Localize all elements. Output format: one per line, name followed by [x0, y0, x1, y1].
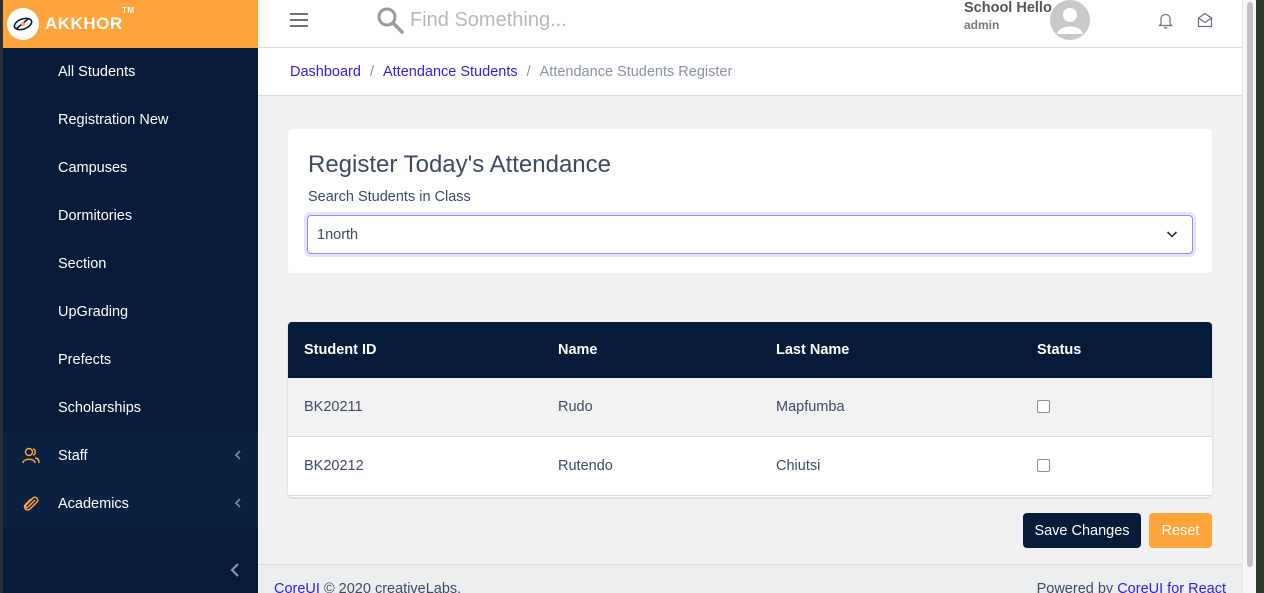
breadcrumb-separator: / [526, 63, 531, 80]
coreui-link[interactable]: CoreUI [274, 581, 324, 593]
paperclip-icon [23, 496, 39, 511]
table-row: BK20212 Rutendo Chiutsi [288, 437, 1212, 496]
column-header-student-id: Student ID [304, 342, 377, 358]
breadcrumb-separator: / [369, 63, 374, 80]
user-role: admin [964, 18, 1000, 32]
page-title: Register Today's Attendance [308, 151, 611, 178]
brand[interactable]: AKKHOR TM [3, 0, 258, 48]
hamburger-icon[interactable] [290, 12, 308, 28]
sidebar-item-campuses[interactable]: Campuses [3, 144, 258, 192]
sidebar: AKKHOR TM All Students Registration New C… [0, 0, 258, 593]
breadcrumb-dashboard-link[interactable]: Dashboard [290, 64, 361, 80]
top-header: Find Something... School Hello admin [258, 0, 1242, 48]
avatar[interactable] [1050, 0, 1090, 40]
breadcrumb-attendance-link[interactable]: Attendance Students [383, 64, 518, 80]
footer: CoreUI © 2020 creativeLabs. Powered by C… [258, 564, 1242, 593]
sidebar-item-dormitories[interactable]: Dormitories [3, 192, 258, 240]
sidebar-item-scholarships[interactable]: Scholarships [3, 384, 258, 432]
sidebar-item-upgrading[interactable]: UpGrading [3, 288, 258, 336]
sidebar-item-prefects[interactable]: Prefects [3, 336, 258, 384]
reset-button[interactable]: Reset [1149, 513, 1212, 548]
student-id-cell: BK20212 [304, 458, 364, 474]
scrollbar-thumb[interactable] [1247, 2, 1253, 567]
column-header-name: Name [558, 342, 598, 358]
chevron-left-icon [234, 450, 241, 460]
table-row: BK20211 Rudo Mapfumba [288, 378, 1212, 437]
sidebar-item-registration-new[interactable]: Registration New [3, 96, 258, 144]
user-avatar-icon [1057, 8, 1083, 34]
save-changes-button[interactable]: Save Changes [1023, 513, 1141, 548]
column-header-last-name: Last Name [776, 342, 850, 358]
status-checkbox[interactable] [1037, 458, 1050, 472]
search-icon[interactable] [376, 6, 404, 34]
search-input[interactable]: Find Something... [410, 9, 567, 32]
students-table: Student ID Name Last Name Status BK20211… [288, 322, 1212, 497]
brand-logo-icon [7, 8, 39, 40]
chevron-left-icon [234, 498, 241, 508]
student-id-cell: BK20211 [304, 399, 363, 415]
sidebar-group-academics[interactable]: Academics [3, 480, 258, 528]
status-cell [1037, 378, 1050, 436]
chevron-down-icon [1166, 231, 1178, 238]
status-checkbox[interactable] [1037, 399, 1050, 413]
footer-left: CoreUI © 2020 creativeLabs. [274, 581, 461, 593]
breadcrumb: Dashboard / Attendance Students / Attend… [258, 48, 1242, 96]
last-name-cell: Chiutsi [776, 458, 821, 474]
copyright-text: © 2020 creativeLabs. [323, 581, 462, 593]
attendance-form-card: Register Today's Attendance Search Stude… [288, 129, 1212, 273]
table-header: Student ID Name Last Name Status [288, 322, 1212, 378]
user-name[interactable]: School Hello [964, 0, 1052, 16]
sidebar-item-section[interactable]: Section [3, 240, 258, 288]
breadcrumb-current: Attendance Students Register [539, 63, 733, 80]
window-edge [1256, 0, 1264, 593]
powered-by-text: Powered by [1036, 581, 1118, 593]
bell-icon[interactable] [1158, 12, 1173, 29]
class-select[interactable]: 1north [307, 215, 1193, 254]
name-cell: Rutendo [558, 458, 613, 474]
status-cell [1037, 437, 1050, 495]
class-select-label: Search Students in Class [308, 189, 471, 205]
envelope-open-icon[interactable] [1197, 12, 1213, 28]
sidebar-nav: All Students Registration New Campuses D… [3, 48, 258, 528]
footer-right: Powered by CoreUI for React [1037, 581, 1226, 593]
name-cell: Rudo [558, 399, 593, 415]
sidebar-group-staff[interactable]: Staff [3, 432, 258, 480]
class-select-value: 1north [317, 226, 359, 243]
sidebar-minimize-icon[interactable] [228, 561, 242, 579]
sidebar-item-all-students[interactable]: All Students [3, 48, 258, 96]
users-icon [22, 447, 40, 464]
last-name-cell: Mapfumba [776, 399, 845, 415]
coreui-react-link[interactable]: CoreUI for React [1117, 581, 1226, 593]
brand-name: AKKHOR TM [45, 6, 135, 33]
page-scrollbar[interactable] [1242, 0, 1256, 593]
column-header-status: Status [1037, 342, 1082, 358]
